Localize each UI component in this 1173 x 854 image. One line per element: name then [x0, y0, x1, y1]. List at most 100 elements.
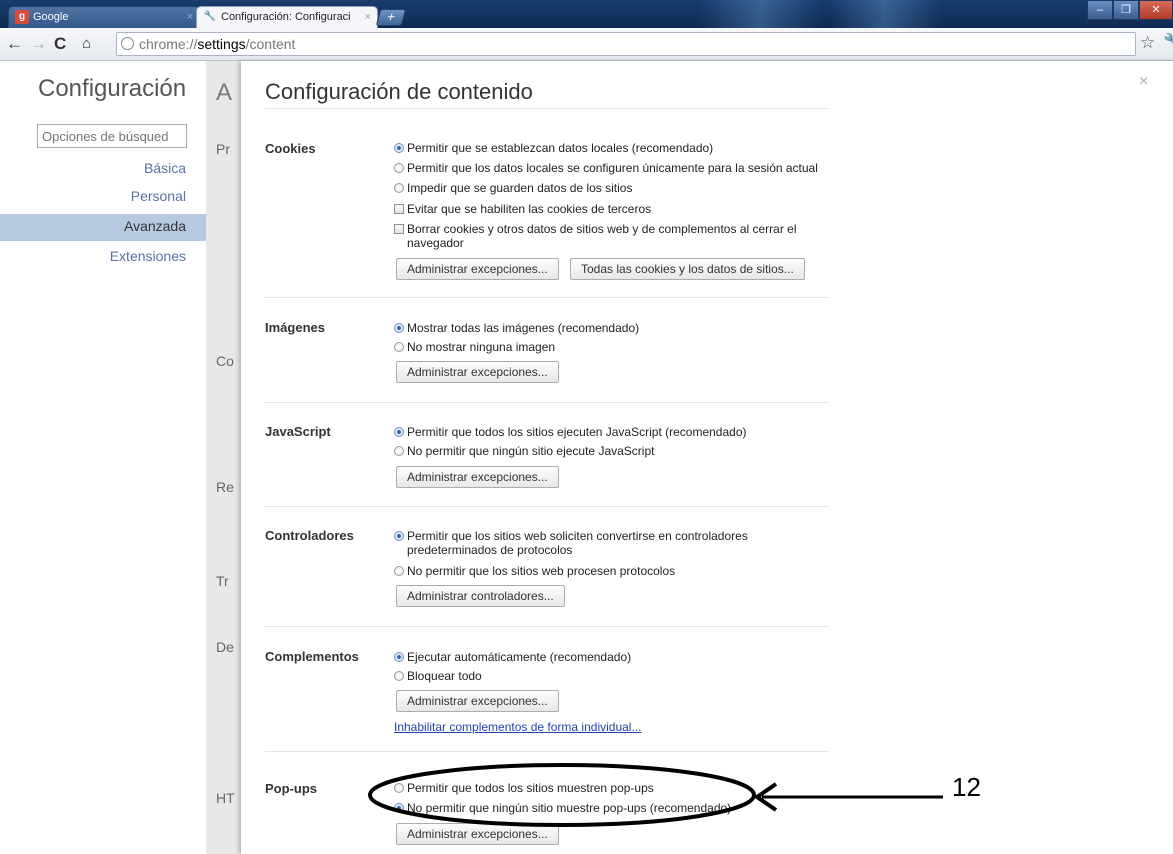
handlers-block-radio[interactable]: No permitir que los sitios web procesen …	[394, 564, 837, 578]
google-favicon-icon: g	[15, 10, 29, 24]
section-label: Pop-ups	[265, 781, 317, 796]
url-host: settings	[197, 36, 246, 52]
radio-unchecked-icon	[394, 566, 404, 576]
divider	[265, 402, 829, 403]
tab-title: Google	[33, 11, 69, 23]
sidebar-item-personal[interactable]: Personal	[131, 188, 186, 204]
option-label: Bloquear todo	[407, 669, 482, 683]
radio-checked-icon	[394, 531, 404, 541]
option-label: Permitir que los datos locales se config…	[407, 161, 818, 175]
option-label: No permitir que ningún sitio muestre pop…	[407, 801, 732, 815]
all-cookies-button[interactable]: Todas las cookies y los datos de sitios.…	[570, 258, 805, 280]
restore-icon[interactable]: ❐	[1113, 0, 1139, 20]
cookies-block-radio[interactable]: Impedir que se guarden datos de los siti…	[394, 181, 837, 195]
manage-exceptions-button[interactable]: Administrar excepciones...	[396, 690, 559, 712]
back-arrow-icon[interactable]: ←	[6, 34, 23, 54]
background-section-fragment: Re	[216, 479, 234, 495]
forward-arrow-icon[interactable]: →	[30, 34, 47, 54]
option-label: Mostrar todas las imágenes (recomendado)	[407, 321, 640, 335]
tab-close-icon[interactable]: ×	[187, 7, 193, 27]
address-bar[interactable]: chrome://settings/content	[116, 32, 1136, 56]
content-settings-dialog: Configuración de contenido × Cookies Per…	[241, 61, 1173, 854]
tab-close-icon[interactable]: ×	[365, 7, 371, 27]
radio-unchecked-icon	[394, 446, 404, 456]
divider	[265, 108, 829, 109]
sidebar-item-avanzada[interactable]: Avanzada	[124, 218, 186, 234]
checkbox-unchecked-icon	[394, 204, 404, 214]
annotation-label: 12	[952, 772, 981, 802]
home-icon[interactable]: ⌂	[82, 34, 91, 54]
sidebar-title: Configuración	[38, 75, 187, 102]
search-settings-input[interactable]	[37, 124, 187, 148]
manage-exceptions-button[interactable]: Administrar excepciones...	[396, 361, 559, 383]
title-bar: g Google × 🔧 Configuración: Configuraci …	[0, 0, 1173, 28]
option-label: Impedir que se guarden datos de los siti…	[407, 181, 633, 195]
new-tab-button[interactable]: +	[375, 9, 407, 26]
disable-plugins-link[interactable]: Inhabilitar complementos de forma indivi…	[394, 720, 641, 734]
cookies-session-radio[interactable]: Permitir que los datos locales se config…	[394, 161, 837, 175]
manage-exceptions-button[interactable]: Administrar excepciones...	[396, 823, 559, 845]
url-path: /content	[245, 36, 296, 52]
third-party-cookies-checkbox[interactable]: Evitar que se habiliten las cookies de t…	[394, 202, 837, 216]
handlers-allow-radio[interactable]: Permitir que los sitios web soliciten co…	[394, 529, 797, 557]
option-label: No permitir que ningún sitio ejecute Jav…	[407, 444, 655, 458]
option-label: Permitir que los sitios web soliciten co…	[407, 529, 748, 557]
tab-settings[interactable]: 🔧 Configuración: Configuraci ×	[196, 6, 378, 28]
radio-checked-icon	[394, 803, 404, 813]
manage-handlers-button[interactable]: Administrar controladores...	[396, 585, 565, 607]
background-section-fragment: Co	[216, 353, 234, 369]
page-icon	[121, 37, 134, 50]
background-section-fragment: HT	[216, 790, 235, 806]
divider	[265, 626, 829, 627]
dialog-title: Configuración de contenido	[265, 79, 533, 104]
radio-unchecked-icon	[394, 342, 404, 352]
plugins-auto-radio[interactable]: Ejecutar automáticamente (recomendado)	[394, 650, 837, 664]
popups-block-radio[interactable]: No permitir que ningún sitio muestre pop…	[394, 801, 837, 815]
divider	[265, 506, 829, 507]
reload-icon[interactable]: C	[54, 34, 66, 54]
option-label: Borrar cookies y otros datos de sitios w…	[407, 222, 797, 250]
divider	[265, 297, 829, 298]
radio-checked-icon	[394, 143, 404, 153]
close-window-icon[interactable]: ✕	[1139, 0, 1173, 20]
section-label: JavaScript	[265, 424, 331, 439]
radio-checked-icon	[394, 427, 404, 437]
background-title-fragment: A	[216, 79, 233, 106]
manage-exceptions-button[interactable]: Administrar excepciones...	[396, 466, 559, 488]
background-section-fragment: Tr	[216, 573, 229, 589]
section-label: Imágenes	[265, 320, 325, 335]
javascript-allow-radio[interactable]: Permitir que todos los sitios ejecuten J…	[394, 425, 837, 439]
minimize-icon[interactable]: –	[1087, 0, 1113, 20]
javascript-block-radio[interactable]: No permitir que ningún sitio ejecute Jav…	[394, 444, 837, 458]
images-hide-radio[interactable]: No mostrar ninguna imagen	[394, 340, 837, 354]
manage-exceptions-button[interactable]: Administrar excepciones...	[396, 258, 559, 280]
section-label: Controladores	[265, 528, 354, 543]
option-label: Ejecutar automáticamente (recomendado)	[407, 650, 632, 664]
popups-allow-radio[interactable]: Permitir que todos los sitios muestren p…	[394, 781, 837, 795]
option-label: No permitir que los sitios web procesen …	[407, 564, 676, 578]
sidebar-item-basica[interactable]: Básica	[144, 160, 186, 176]
radio-checked-icon	[394, 652, 404, 662]
cookies-allow-radio[interactable]: Permitir que se establezcan datos locale…	[394, 141, 837, 155]
option-label: Permitir que todos los sitios ejecuten J…	[407, 425, 747, 439]
section-label: Cookies	[265, 141, 316, 156]
radio-unchecked-icon	[394, 163, 404, 173]
plugins-block-radio[interactable]: Bloquear todo	[394, 669, 837, 683]
option-label: No mostrar ninguna imagen	[407, 340, 556, 354]
radio-checked-icon	[394, 323, 404, 333]
images-show-radio[interactable]: Mostrar todas las imágenes (recomendado)	[394, 321, 837, 335]
tab-google[interactable]: g Google ×	[8, 6, 200, 28]
clear-on-exit-checkbox[interactable]: Borrar cookies y otros datos de sitios w…	[394, 222, 827, 250]
tab-title: Configuración: Configuraci	[221, 11, 351, 23]
radio-unchecked-icon	[394, 783, 404, 793]
browser-toolbar: ← → C ⌂ chrome://settings/content ☆ 🔧	[0, 28, 1173, 61]
divider	[265, 751, 829, 752]
sidebar-item-extensiones[interactable]: Extensiones	[110, 248, 186, 264]
option-label: Permitir que se establezcan datos locale…	[407, 141, 714, 155]
bookmark-star-icon[interactable]: ☆	[1140, 33, 1155, 53]
url-scheme: chrome://	[139, 36, 198, 52]
wrench-menu-icon[interactable]: 🔧	[1163, 32, 1173, 52]
window-controls: – ❐ ✕	[1087, 0, 1173, 20]
background-section-fragment: Pr	[216, 141, 230, 157]
close-icon[interactable]: ×	[1139, 73, 1148, 91]
